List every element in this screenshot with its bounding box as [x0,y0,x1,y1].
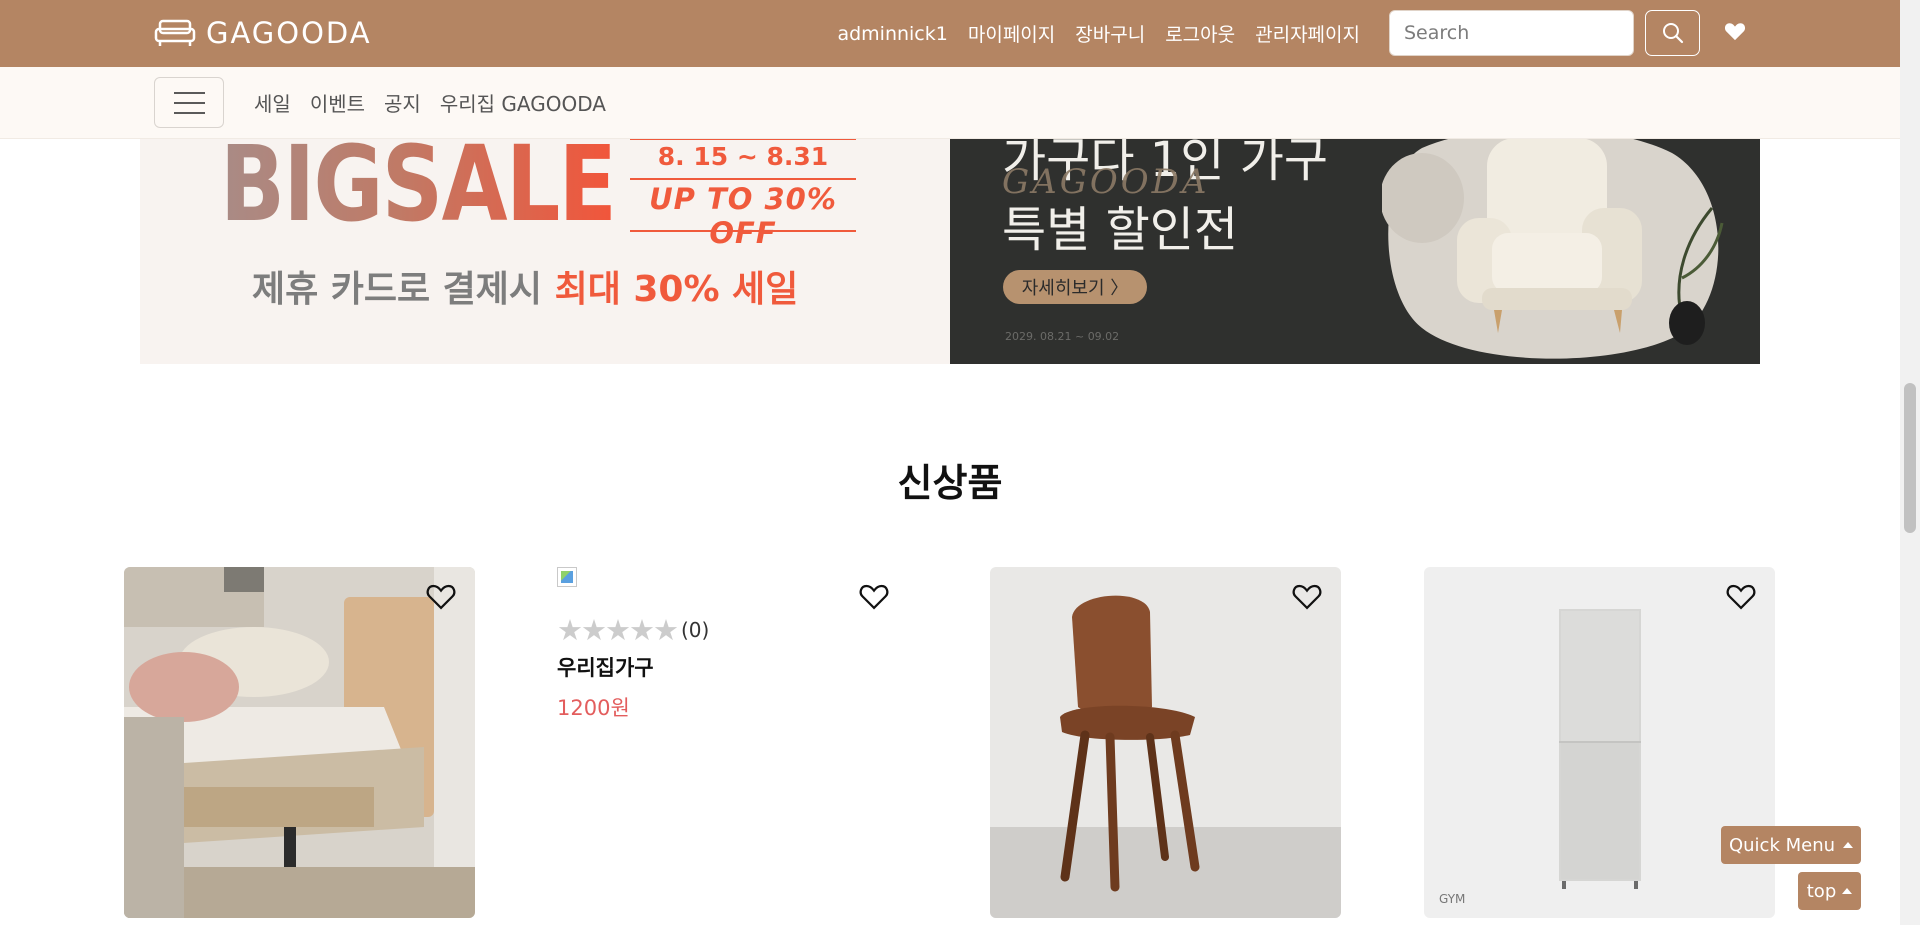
product-card[interactable]: ★★★★★ (0) 우리집가구 1200원 [557,567,908,720]
hamburger-line [173,111,205,114]
card-promo-text: 제휴 카드로 결제시 최대 30% 세일 [252,260,798,312]
product-image[interactable] [124,567,475,918]
scroll-top-button[interactable]: top [1798,872,1861,910]
wishlist-heart-icon[interactable] [858,581,890,611]
nav-link-event[interactable]: 이벤트 [310,88,365,117]
sale-dates: 8. 15 ~ 8.31 [657,142,829,171]
caret-up-icon [1842,888,1853,894]
review-count: (0) [681,618,710,642]
cabinet-image [1424,567,1775,918]
banner-title-line2: 특별 할인전 [1002,202,1239,258]
banner-headline: BIGSALE [220,138,617,236]
wishlist-heart-icon[interactable] [1291,581,1323,611]
wishlist-heart-icon[interactable] [425,581,457,611]
brand-logo[interactable]: GAGOODA [154,14,372,52]
user-nav: adminnick1 마이페이지 장바구니 로그아웃 관리자페이지 [837,0,1360,67]
nav-link-sale[interactable]: 세일 [254,88,291,117]
rating-stars: ★★★★★ (0) [557,613,709,647]
armchair-image [1382,138,1724,359]
divider [630,230,856,232]
section-title-new-products: 신상품 [897,461,1003,505]
card-promo-plain: 제휴 카드로 결제시 [252,269,543,310]
product-name[interactable]: 우리집가구 [557,652,654,682]
product-image[interactable] [990,567,1341,918]
category-nav: 세일 이벤트 공지 우리집 GAGOODA [0,67,1900,139]
quick-menu-button[interactable]: Quick Menu [1721,826,1861,864]
scrollbar-thumb[interactable] [1904,383,1916,533]
top-navbar: GAGOODA adminnick1 마이페이지 장바구니 로그아웃 관리자페이… [0,0,1900,67]
product-price: 1200원 [557,696,630,720]
wishlist-heart-icon[interactable] [1725,581,1757,611]
hamburger-line [173,101,205,104]
banner-detail-button[interactable]: 자세히보기 〉 [1003,270,1147,304]
broken-image-icon[interactable] [557,567,577,587]
sale-discount: UP TO 30% OFF [649,182,837,250]
page-scrollbar[interactable] [1900,0,1920,925]
caret-up-icon [1843,842,1854,848]
divider [630,178,856,180]
search-input[interactable] [1389,10,1634,56]
product-card[interactable] [124,567,475,918]
user-link-mypage[interactable]: 마이페이지 [968,20,1055,47]
category-links: 세일 이벤트 공지 우리집 GAGOODA [254,67,606,138]
menu-toggle-button[interactable] [154,77,224,128]
user-link-logout[interactable]: 로그아웃 [1165,20,1235,47]
wishlist-heart-icon[interactable] [1722,18,1748,44]
search-button[interactable] [1645,10,1700,56]
hamburger-line [173,91,205,94]
search-icon [1662,23,1683,44]
user-link-cart[interactable]: 장바구니 [1075,20,1145,47]
chair-image [990,567,1341,918]
bed-image [124,567,475,918]
single-household-banner[interactable]: 가구다 1인 가구 GAGOODA 특별 할인전 자세히보기 〉 2029. 0… [950,138,1760,364]
product-card[interactable]: GYM [1424,567,1775,918]
banner-date: 2029. 08.21 ~ 09.02 [1005,330,1120,343]
product-image[interactable]: GYM [1424,567,1775,918]
card-promo-highlight: 최대 30% 세일 [554,269,799,310]
brand-name: GAGOODA [206,16,372,50]
user-link-nickname[interactable]: adminnick1 [837,23,947,45]
quick-menu-label: Quick Menu [1728,834,1836,856]
user-link-admin[interactable]: 관리자페이지 [1255,20,1360,47]
bigsale-banner[interactable]: BIGSALE 8. 15 ~ 8.31 UP TO 30% OFF 제휴 카드… [140,138,950,364]
star-glyphs: ★★★★★ [557,613,679,647]
image-watermark: GYM [1439,892,1466,906]
nav-link-our-home[interactable]: 우리집 GAGOODA [440,88,606,117]
sofa-logo-icon [154,19,196,46]
product-card[interactable] [990,567,1341,918]
nav-link-notice[interactable]: 공지 [384,88,421,117]
scroll-top-label: top [1806,880,1837,902]
